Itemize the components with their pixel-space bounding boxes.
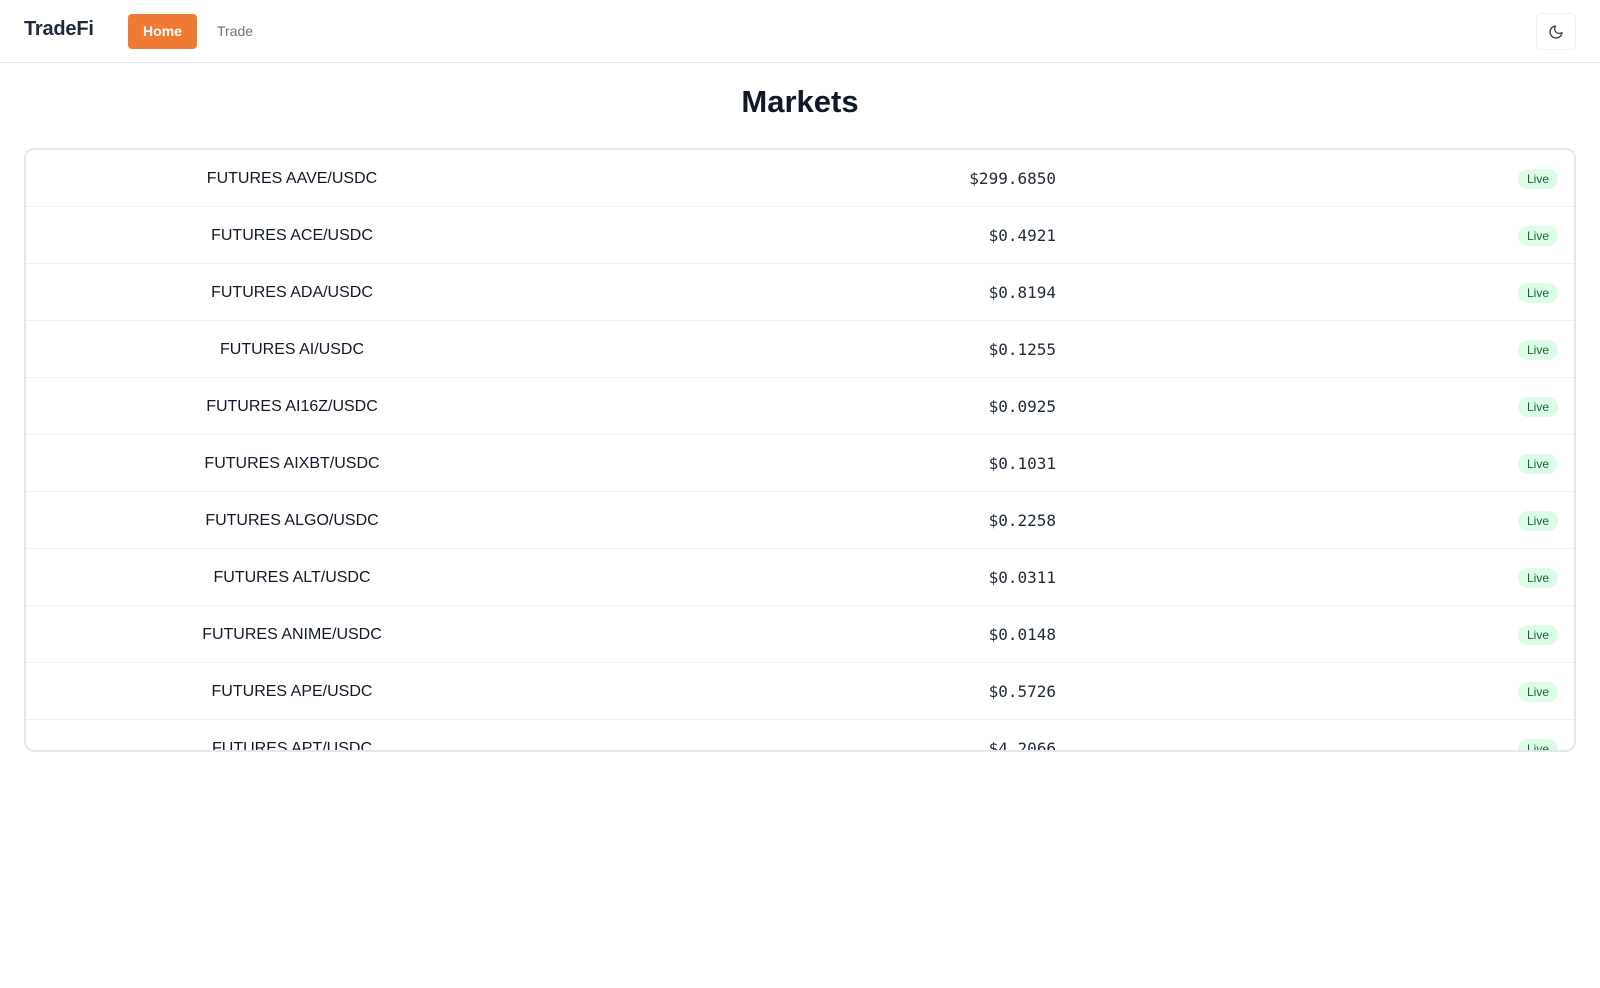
- live-status-badge: Live: [1517, 511, 1558, 531]
- market-price: $0.0311: [988, 568, 1056, 587]
- market-row[interactable]: FUTURES AI/USDC $0.1255 Live: [26, 321, 1574, 378]
- nav-home-button[interactable]: Home: [128, 14, 197, 49]
- market-row[interactable]: FUTURES APT/USDC $4.2066 Live: [26, 720, 1574, 752]
- market-row[interactable]: FUTURES ADA/USDC $0.8194 Live: [26, 264, 1574, 321]
- market-price: $0.1255: [988, 340, 1056, 359]
- market-row[interactable]: FUTURES AAVE/USDC $299.6850 Live: [26, 150, 1574, 207]
- live-status-badge: Live: [1517, 454, 1558, 474]
- page-title: Markets: [741, 84, 859, 119]
- market-pair: FUTURES AAVE/USDC: [206, 170, 378, 187]
- market-price: $0.8194: [988, 283, 1056, 302]
- markets-list[interactable]: FUTURES AAVE/USDC $299.6850 Live FUTURES…: [24, 148, 1576, 752]
- market-row[interactable]: FUTURES ALGO/USDC $0.2258 Live: [26, 492, 1574, 549]
- theme-toggle-button[interactable]: [1536, 13, 1576, 50]
- market-row[interactable]: FUTURES AIXBT/USDC $0.1031 Live: [26, 435, 1574, 492]
- market-pair: FUTURES ANIME/USDC: [202, 626, 382, 643]
- market-row[interactable]: FUTURES ACE/USDC $0.4921 Live: [26, 207, 1574, 264]
- market-pair: FUTURES ALGO/USDC: [205, 512, 379, 529]
- market-price: $0.4921: [988, 226, 1056, 245]
- market-price: $0.5726: [988, 682, 1056, 701]
- moon-icon: [1549, 24, 1563, 39]
- brand-logo-text[interactable]: TradeFi: [24, 18, 94, 41]
- market-price: $299.6850: [969, 169, 1056, 188]
- market-price: $4.2066: [988, 739, 1056, 752]
- live-status-badge: Live: [1517, 283, 1558, 303]
- market-pair: FUTURES AI16Z/USDC: [206, 398, 378, 415]
- market-row[interactable]: FUTURES ANIME/USDC $0.0148 Live: [26, 606, 1574, 663]
- live-status-badge: Live: [1517, 340, 1558, 360]
- nav-trade-link[interactable]: Trade: [205, 14, 265, 49]
- market-pair: FUTURES APE/USDC: [211, 683, 373, 700]
- market-pair: FUTURES AIXBT/USDC: [204, 455, 380, 472]
- market-row[interactable]: FUTURES APE/USDC $0.5726 Live: [26, 663, 1574, 720]
- market-pair: FUTURES AI/USDC: [219, 341, 364, 358]
- market-pair: FUTURES ADA/USDC: [211, 284, 373, 301]
- live-status-badge: Live: [1517, 226, 1558, 246]
- market-pair: FUTURES APT/USDC: [211, 740, 372, 752]
- live-status-badge: Live: [1517, 568, 1558, 588]
- market-price: $0.0925: [988, 397, 1056, 416]
- live-status-badge: Live: [1517, 682, 1558, 702]
- live-status-badge: Live: [1517, 625, 1558, 645]
- market-price: $0.0148: [988, 625, 1056, 644]
- market-row[interactable]: FUTURES ALT/USDC $0.0311 Live: [26, 549, 1574, 606]
- live-status-badge: Live: [1517, 739, 1558, 750]
- live-status-badge: Live: [1517, 397, 1558, 417]
- market-pair: FUTURES ALT/USDC: [213, 569, 371, 586]
- top-navbar: TradeFi Home Trade: [0, 0, 1600, 63]
- market-pair: FUTURES ACE/USDC: [211, 227, 373, 244]
- market-row[interactable]: FUTURES AI16Z/USDC $0.0925 Live: [26, 378, 1574, 435]
- market-price: $0.1031: [988, 454, 1056, 473]
- market-price: $0.2258: [988, 511, 1056, 530]
- live-status-badge: Live: [1517, 169, 1558, 189]
